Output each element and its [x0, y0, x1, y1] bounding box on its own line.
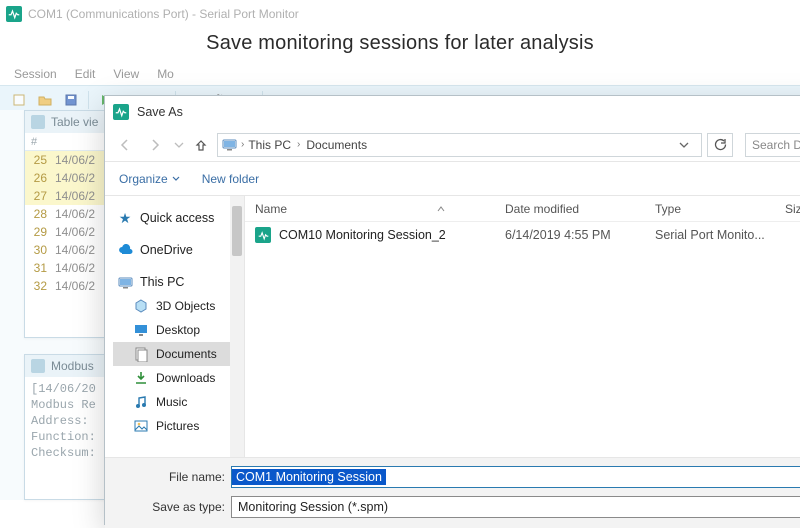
toolbar-new-icon[interactable]: [8, 89, 30, 111]
menu-view[interactable]: View: [113, 67, 139, 81]
menu-edit[interactable]: Edit: [75, 67, 96, 81]
nav-this-pc[interactable]: This PC: [113, 270, 244, 294]
forward-button[interactable]: [143, 133, 167, 157]
row-time: 14/06/2: [51, 279, 95, 293]
row-time: 14/06/2: [51, 189, 95, 203]
new-folder-button[interactable]: New folder: [202, 172, 259, 186]
address-segment-folder[interactable]: Documents: [306, 138, 367, 152]
back-button[interactable]: [113, 133, 137, 157]
file-date: 6/14/2019 4:55 PM: [495, 228, 645, 242]
nav-pictures[interactable]: Pictures: [113, 414, 244, 438]
column-headers[interactable]: Name Date modified Type Size: [245, 196, 800, 222]
row-number: 30: [25, 243, 51, 257]
row-number: 31: [25, 261, 51, 275]
refresh-button[interactable]: [707, 133, 733, 157]
navpane-scroll-thumb[interactable]: [232, 206, 242, 256]
recent-locations-dropdown[interactable]: [173, 133, 185, 157]
nav-quick-access[interactable]: ★ Quick access: [113, 206, 244, 230]
row-time: 14/06/2: [51, 243, 95, 257]
nav-music[interactable]: Music: [113, 390, 244, 414]
row-number: 28: [25, 207, 51, 221]
address-segment-pc[interactable]: › This PC: [222, 137, 291, 152]
savetype-label: Save as type:: [115, 500, 225, 514]
navigation-row: › This PC › Documents Search Documents: [105, 128, 800, 162]
app-logo-icon: [113, 104, 129, 120]
search-placeholder: Search Documents: [752, 138, 800, 152]
search-field[interactable]: Search Documents: [745, 133, 800, 157]
menu-bar: Session Edit View Mo: [0, 63, 800, 85]
row-number: 25: [25, 153, 51, 167]
row-time: 14/06/2: [51, 225, 95, 239]
panel-title: Table vie: [51, 115, 98, 129]
app-titlebar: COM1 (Communications Port) - Serial Port…: [0, 0, 800, 28]
spm-file-icon: [255, 227, 271, 243]
row-time: 14/06/2: [51, 207, 95, 221]
table-icon: [31, 115, 45, 129]
chevron-down-icon: [172, 175, 180, 183]
dialog-titlebar[interactable]: Save As: [105, 96, 800, 128]
col-size[interactable]: Size: [775, 202, 800, 216]
app-window-title: COM1 (Communications Port) - Serial Port…: [28, 7, 299, 21]
star-icon: ★: [117, 210, 133, 226]
row-time: 14/06/2: [51, 261, 95, 275]
menu-more[interactable]: Mo: [157, 67, 174, 81]
pc-icon: [117, 274, 133, 290]
filename-label: File name:: [115, 470, 225, 484]
file-name: COM10 Monitoring Session_2: [279, 228, 446, 242]
file-type: Serial Port Monito...: [645, 228, 775, 242]
save-as-dialog: Save As › This PC › Documents Search Doc…: [104, 95, 800, 525]
chevron-right-icon: ›: [239, 139, 246, 150]
nav-3d-objects[interactable]: 3D Objects: [113, 294, 244, 318]
documents-icon: [133, 346, 149, 362]
modbus-icon: [31, 359, 45, 373]
download-icon: [133, 370, 149, 386]
dialog-bottom-area: File name: COM1 Monitoring Session Save …: [105, 458, 800, 528]
row-number: 27: [25, 189, 51, 203]
menu-session[interactable]: Session: [14, 67, 57, 81]
cube-icon: [133, 298, 149, 314]
cloud-icon: [117, 242, 133, 258]
col-type[interactable]: Type: [645, 202, 775, 216]
headline-banner: Save monitoring sessions for later analy…: [0, 28, 800, 63]
sort-asc-icon: [437, 205, 445, 213]
pc-icon: [222, 137, 237, 152]
savetype-select[interactable]: Monitoring Session (*.spm): [231, 496, 800, 518]
organize-menu[interactable]: Organize: [119, 172, 180, 186]
dialog-title: Save As: [137, 105, 183, 119]
nav-desktop[interactable]: Desktop: [113, 318, 244, 342]
app-logo-icon: [6, 6, 22, 22]
filename-value: COM1 Monitoring Session: [232, 469, 386, 485]
nav-documents[interactable]: Documents: [113, 342, 244, 366]
file-list-area[interactable]: Name Date modified Type Size COM10 Monit…: [245, 196, 800, 457]
nav-onedrive[interactable]: OneDrive: [113, 238, 244, 262]
col-name[interactable]: Name: [245, 202, 495, 216]
toolbar-separator: [88, 91, 89, 109]
toolbar-open-icon[interactable]: [34, 89, 56, 111]
row-time: 14/06/2: [51, 153, 95, 167]
row-number: 26: [25, 171, 51, 185]
row-number: 29: [25, 225, 51, 239]
savetype-value: Monitoring Session (*.spm): [232, 500, 394, 514]
dialog-body: ★ Quick access OneDrive This PC 3D Objec…: [105, 196, 800, 458]
address-bar[interactable]: › This PC › Documents: [217, 133, 702, 157]
row-time: 14/06/2: [51, 171, 95, 185]
chevron-right-icon: ›: [295, 139, 302, 150]
up-one-level-button[interactable]: [191, 138, 211, 152]
desktop-icon: [133, 322, 149, 338]
panel-title: Modbus: [51, 359, 94, 373]
row-number: 32: [25, 279, 51, 293]
music-icon: [133, 394, 149, 410]
command-bar: Organize New folder: [105, 162, 800, 196]
nav-downloads[interactable]: Downloads: [113, 366, 244, 390]
col-date[interactable]: Date modified: [495, 202, 645, 216]
address-history-dropdown[interactable]: [679, 140, 697, 150]
file-row[interactable]: COM10 Monitoring Session_2 6/14/2019 4:55…: [245, 222, 800, 248]
pictures-icon: [133, 418, 149, 434]
navigation-pane: ★ Quick access OneDrive This PC 3D Objec…: [105, 196, 245, 457]
filename-input[interactable]: COM1 Monitoring Session: [231, 466, 800, 488]
toolbar-save-icon[interactable]: [60, 89, 82, 111]
